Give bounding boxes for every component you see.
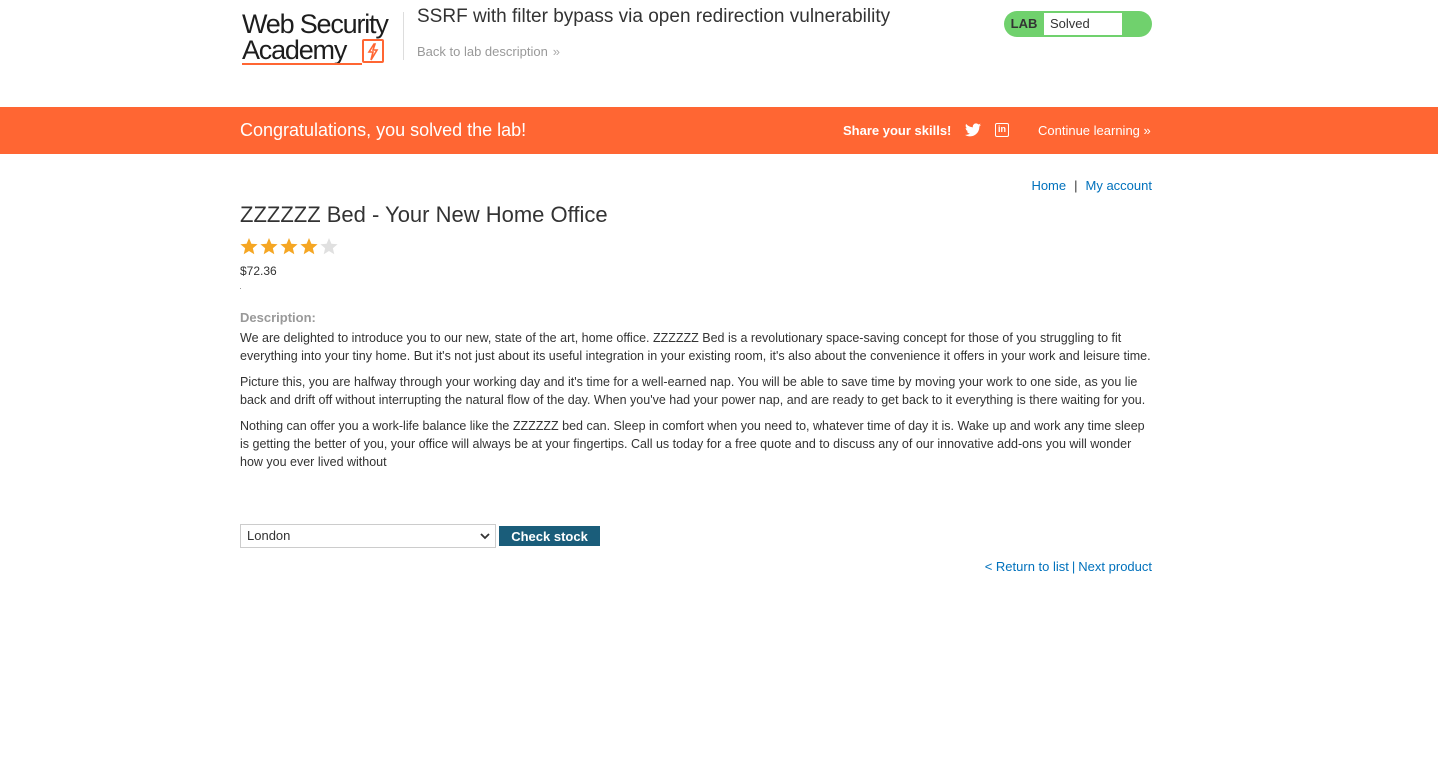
store-select[interactable]: London xyxy=(240,524,496,548)
pager-separator: | xyxy=(1071,559,1076,574)
star-filled-icon xyxy=(300,238,318,255)
check-stock-button[interactable]: Check stock xyxy=(499,526,600,546)
top-navigation: Home | My account xyxy=(1031,178,1152,193)
description-paragraph: We are delighted to introduce you to our… xyxy=(240,331,1151,363)
star-filled-icon xyxy=(240,238,258,255)
page-container: Web Security Academy SSRF with filter by… xyxy=(240,0,1152,107)
linkedin-icon[interactable]: in xyxy=(995,123,1009,137)
product-rating xyxy=(240,236,340,261)
product-title: ZZZZZZ Bed - Your New Home Office xyxy=(240,202,608,227)
header: Web Security Academy SSRF with filter by… xyxy=(240,0,1152,107)
store-select-value: London xyxy=(247,528,291,543)
double-chevron-right-icon: » xyxy=(1143,123,1151,138)
nav-separator: | xyxy=(1074,178,1078,193)
twitter-icon[interactable] xyxy=(965,123,981,142)
logo-underline xyxy=(242,63,362,65)
star-empty-icon xyxy=(320,238,338,255)
solved-banner: Congratulations, you solved the lab! Sha… xyxy=(0,107,1438,154)
logo-line1: Web Security xyxy=(242,9,389,39)
description-paragraph: Nothing can offer you a work-life balanc… xyxy=(240,419,1145,469)
lab-title: SSRF with filter bypass via open redirec… xyxy=(417,6,891,27)
lab-status-label: LAB xyxy=(1010,16,1038,31)
web-security-academy-logo[interactable]: Web Security Academy xyxy=(240,9,402,69)
lab-status-value: Solved xyxy=(1044,13,1122,35)
next-product-link[interactable]: Next product xyxy=(1078,559,1152,574)
return-to-list-link[interactable]: < Return to list xyxy=(985,559,1069,574)
back-to-lab-description-link[interactable]: Back to lab description » xyxy=(417,44,560,59)
description-paragraph: Picture this, you are halfway through yo… xyxy=(240,375,1146,407)
back-link-label: Back to lab description xyxy=(417,44,548,59)
product-pager: < Return to list | Next product xyxy=(985,559,1152,574)
logo-line2: Academy xyxy=(242,35,347,65)
continue-learning-label: Continue learning xyxy=(1038,123,1140,138)
continue-learning-link[interactable]: Continue learning » xyxy=(1038,123,1151,138)
description-label: Description: xyxy=(240,310,316,325)
lab-status-widget: LAB Solved xyxy=(1004,11,1152,37)
product-price: $72.36 xyxy=(240,264,277,278)
star-filled-icon xyxy=(260,238,278,255)
lightning-icon xyxy=(362,39,384,63)
product-description: We are delighted to introduce you to our… xyxy=(240,329,1152,479)
star-filled-icon xyxy=(280,238,298,255)
home-link[interactable]: Home xyxy=(1031,178,1066,193)
congratulations-message: Congratulations, you solved the lab! xyxy=(240,120,527,140)
double-chevron-right-icon: » xyxy=(552,44,561,59)
my-account-link[interactable]: My account xyxy=(1086,178,1152,193)
chevron-down-icon xyxy=(480,533,490,540)
rating-stars xyxy=(240,238,338,255)
product-image-placeholder xyxy=(240,288,241,289)
header-divider xyxy=(403,12,404,60)
share-skills-label: Share your skills! xyxy=(843,123,952,138)
